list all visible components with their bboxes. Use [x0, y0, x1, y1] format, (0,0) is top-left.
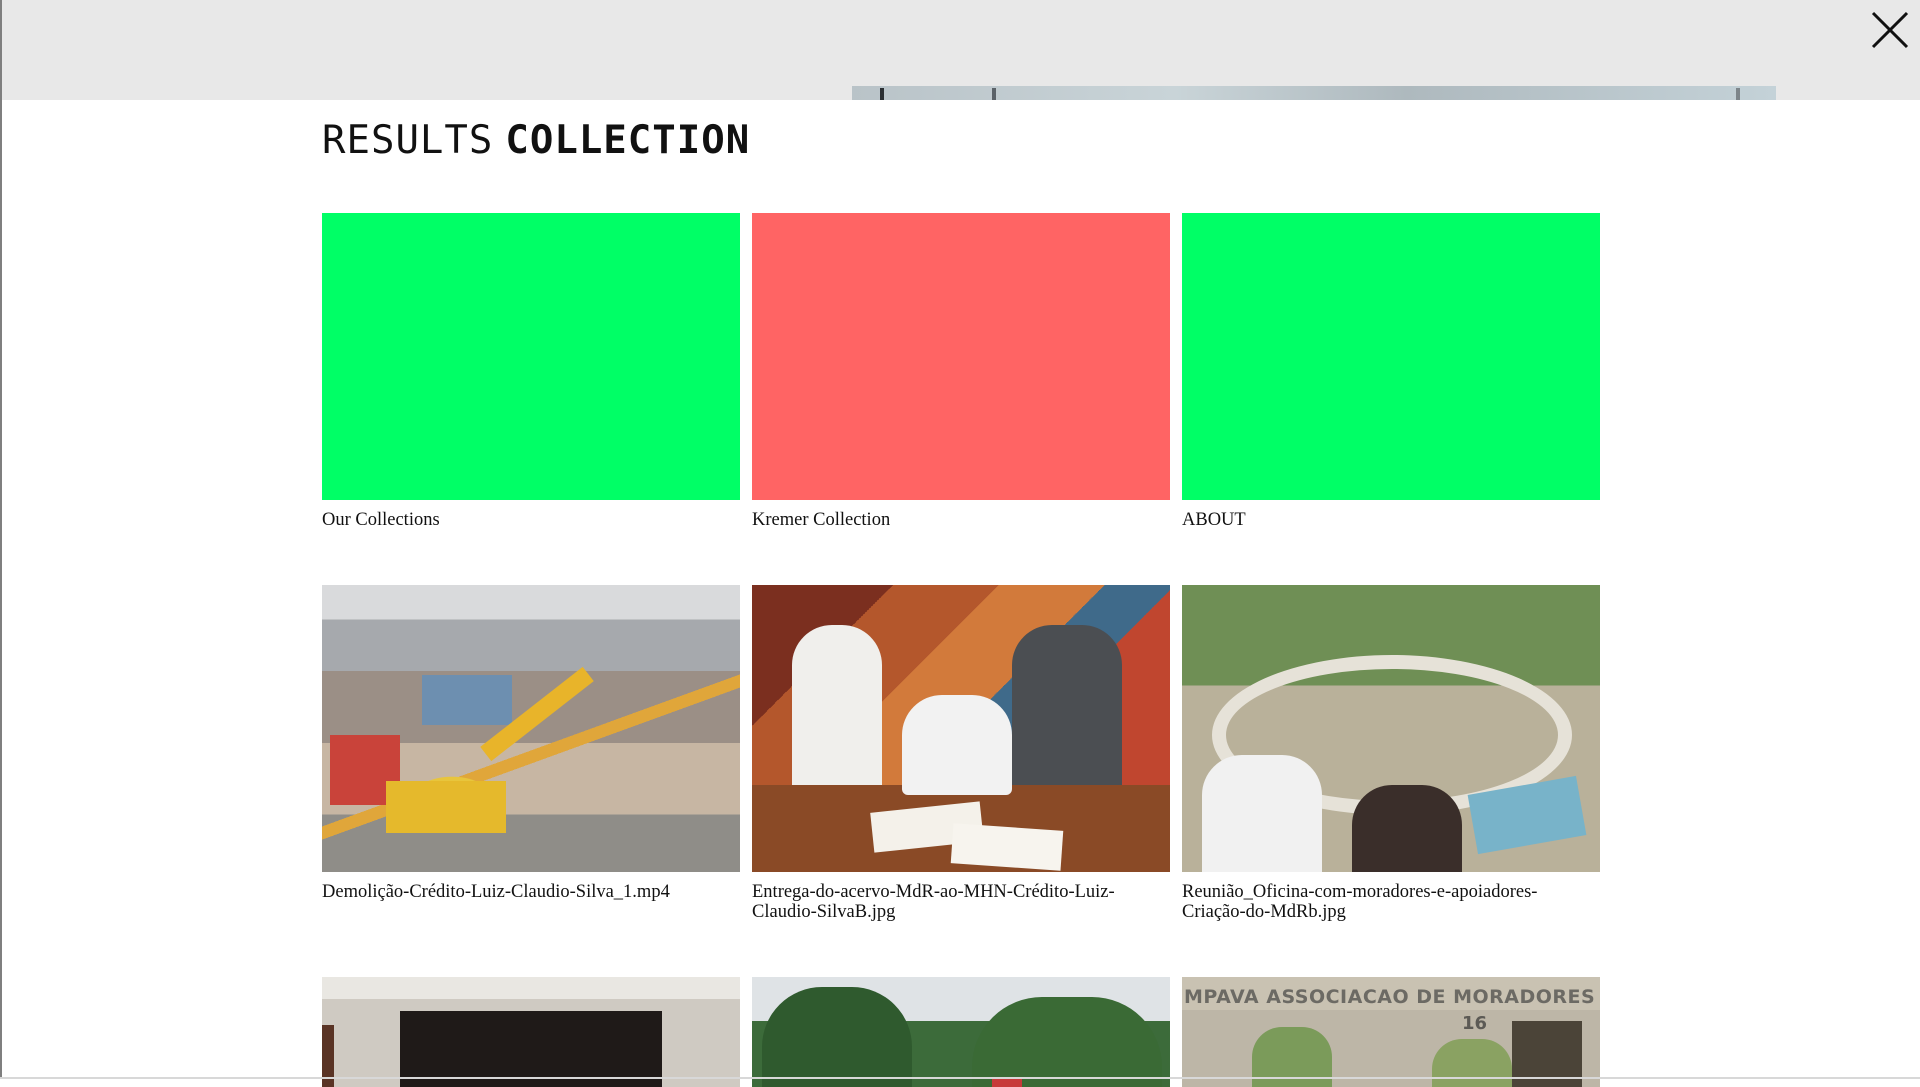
photo-detail: [792, 625, 882, 805]
collection-color-tile[interactable]: [322, 213, 740, 500]
photo-detail: [1012, 625, 1122, 805]
collection-color-tile[interactable]: [1182, 213, 1600, 500]
photo-detail: [1202, 755, 1322, 872]
photo-detail: [422, 675, 512, 725]
result-card-reuniao[interactable]: Reunião_Oficina-com-moradores-e-apoiador…: [1182, 585, 1600, 977]
photo-sign-text: MPAVA ASSOCIACAO DE MORADORES: [1184, 986, 1596, 1008]
signing-photo-thumbnail[interactable]: [752, 585, 1170, 872]
collection-color-tile[interactable]: [752, 213, 1170, 500]
result-card-demolition[interactable]: Demolição-Crédito-Luiz-Claudio-Silva_1.m…: [322, 585, 740, 977]
page-title-bold: COLLECTION: [505, 118, 751, 163]
photo-detail: [1432, 1039, 1512, 1087]
room-photo-thumbnail[interactable]: [322, 977, 740, 1087]
result-card-about[interactable]: ABOUT: [1182, 213, 1600, 585]
modal-left-border: [0, 0, 2, 1079]
results-grid: Our Collections Kremer Collection ABOUT …: [322, 213, 1600, 1087]
card-label[interactable]: Demolição-Crédito-Luiz-Claudio-Silva_1.m…: [322, 882, 740, 902]
photo-detail: [400, 1011, 662, 1087]
page-title-light: RESULTS: [322, 118, 494, 163]
modal-backdrop-strip: [0, 0, 1920, 100]
result-card-trees[interactable]: [752, 977, 1170, 1087]
result-card-entrega[interactable]: Entrega-do-acervo-MdR-ao-MHN-Crédito-Lui…: [752, 585, 1170, 977]
card-label[interactable]: ABOUT: [1182, 510, 1600, 530]
result-card-association[interactable]: MPAVA ASSOCIACAO DE MORADORES 16: [1182, 977, 1600, 1087]
trees-photo-thumbnail[interactable]: [752, 977, 1170, 1087]
page-title: RESULTS COLLECTION: [322, 118, 750, 164]
photo-detail: [386, 781, 506, 833]
peek-detail: [880, 88, 884, 100]
card-label[interactable]: Reunião_Oficina-com-moradores-e-apoiador…: [1182, 882, 1600, 922]
photo-sign-number: 16: [1462, 1013, 1488, 1034]
card-label[interactable]: Kremer Collection: [752, 510, 1170, 530]
peek-detail: [1736, 88, 1740, 100]
close-icon: [1871, 11, 1909, 49]
card-label[interactable]: Our Collections: [322, 510, 740, 530]
photo-detail: [902, 695, 1012, 795]
result-card-our-collections[interactable]: Our Collections: [322, 213, 740, 585]
meeting-photo-thumbnail[interactable]: [1182, 585, 1600, 872]
photo-detail: [972, 997, 1162, 1087]
background-image-peek: [852, 86, 1776, 100]
result-card-room[interactable]: [322, 977, 740, 1087]
photo-detail: [762, 987, 912, 1087]
close-button[interactable]: [1870, 10, 1910, 50]
photo-detail: [1352, 785, 1462, 872]
result-card-kremer-collection[interactable]: Kremer Collection: [752, 213, 1170, 585]
association-photo-thumbnail[interactable]: MPAVA ASSOCIACAO DE MORADORES 16: [1182, 977, 1600, 1087]
photo-detail: [950, 823, 1064, 871]
card-label[interactable]: Entrega-do-acervo-MdR-ao-MHN-Crédito-Lui…: [752, 882, 1170, 922]
peek-detail: [992, 88, 996, 100]
demolition-photo-thumbnail[interactable]: [322, 585, 740, 872]
